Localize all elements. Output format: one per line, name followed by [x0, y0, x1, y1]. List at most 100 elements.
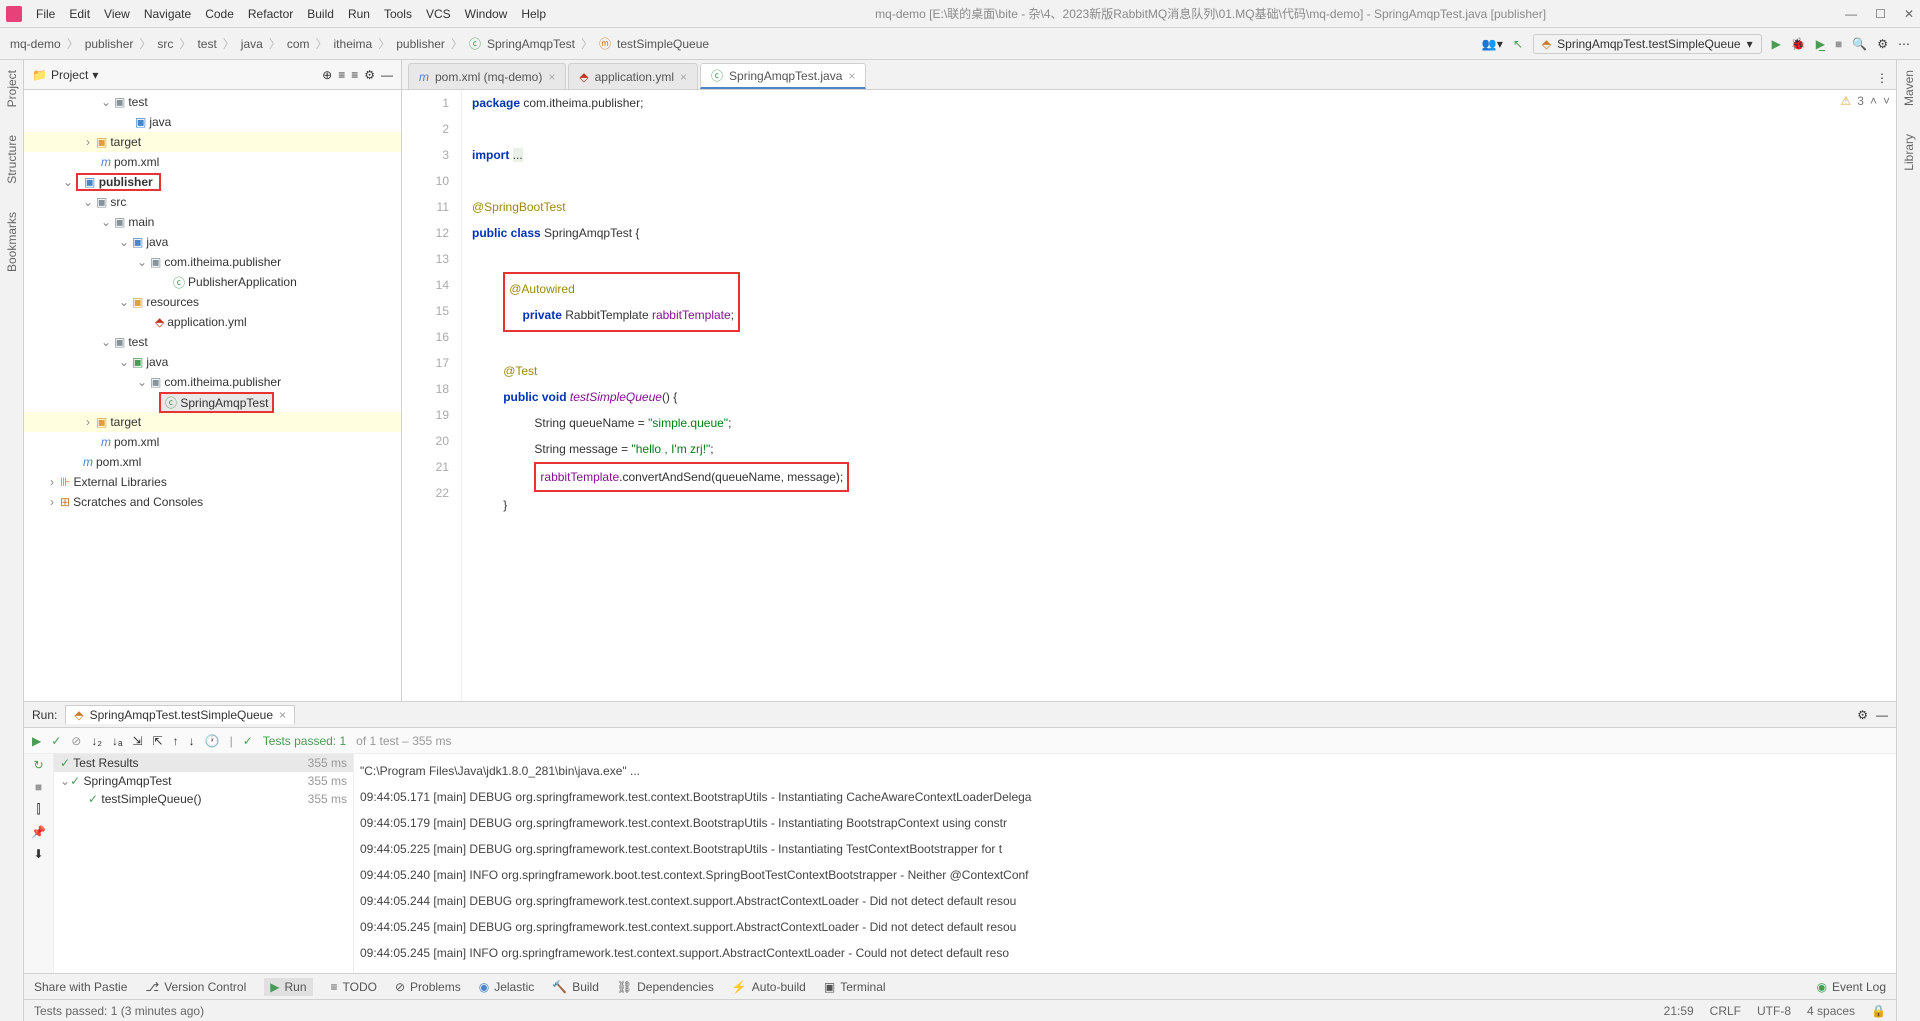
- maximize-icon[interactable]: ☐: [1875, 7, 1886, 21]
- collapse-icon[interactable]: ⇱: [153, 734, 163, 748]
- close-tab-icon[interactable]: ×: [680, 70, 687, 84]
- test-row[interactable]: ⌄✓ SpringAmqpTest355 ms: [54, 772, 353, 790]
- tree-item[interactable]: External Libraries: [73, 475, 166, 489]
- menu-build[interactable]: Build: [307, 7, 334, 21]
- breadcrumb-item[interactable]: mq-demo: [10, 37, 61, 51]
- layout-icon[interactable]: ⫿: [37, 802, 41, 817]
- editor-tab[interactable]: mpom.xml (mq-demo)×: [408, 63, 566, 89]
- sort-icon[interactable]: ↓ₐ: [112, 734, 122, 748]
- tab-bookmarks[interactable]: Bookmarks: [3, 208, 21, 276]
- close-icon[interactable]: ✕: [1904, 7, 1914, 21]
- tree-item[interactable]: PublisherApplication: [188, 275, 297, 289]
- run-button[interactable]: ▶: [1772, 37, 1781, 51]
- breadcrumb-item[interactable]: test: [197, 37, 216, 51]
- editor-more-icon[interactable]: ⋮: [1868, 67, 1896, 89]
- run-config-dropdown[interactable]: ⬘ SpringAmqpTest.testSimpleQueue ▾: [1533, 34, 1762, 54]
- tree-item[interactable]: main: [128, 215, 154, 229]
- tree-item[interactable]: resources: [146, 295, 199, 309]
- bottom-tab-run[interactable]: ▶Run: [264, 978, 312, 996]
- breadcrumb-item[interactable]: testSimpleQueue: [617, 37, 709, 51]
- menu-window[interactable]: Window: [465, 7, 508, 21]
- indent-setting[interactable]: 4 spaces: [1807, 1004, 1855, 1018]
- users-icon[interactable]: 👥▾: [1482, 37, 1503, 51]
- tree-item-springamqptest[interactable]: SpringAmqpTest: [180, 396, 268, 410]
- menu-code[interactable]: Code: [205, 7, 234, 21]
- breadcrumb-item[interactable]: itheima: [334, 37, 373, 51]
- tree-item[interactable]: application.yml: [167, 315, 246, 329]
- breadcrumb-item[interactable]: SpringAmqpTest: [487, 37, 575, 51]
- more-icon[interactable]: ⋯: [1898, 37, 1910, 51]
- bottom-tab-vcs[interactable]: ⎇Version Control: [145, 980, 246, 994]
- bottom-tab-jelastic[interactable]: ◉Jelastic: [479, 980, 535, 994]
- tab-project[interactable]: Project: [3, 66, 21, 111]
- menu-refactor[interactable]: Refactor: [248, 7, 293, 21]
- tree-item[interactable]: target: [110, 415, 141, 429]
- stop-icon[interactable]: ■: [35, 780, 42, 794]
- bottom-tab-todo[interactable]: ≡TODO: [331, 980, 377, 994]
- toggle-icon[interactable]: ✓: [51, 734, 61, 748]
- menu-run[interactable]: Run: [348, 7, 370, 21]
- build-icon[interactable]: ↖: [1513, 37, 1523, 51]
- menu-view[interactable]: View: [104, 7, 130, 21]
- breadcrumb-item[interactable]: publisher: [85, 37, 134, 51]
- settings-icon[interactable]: ⚙: [1857, 708, 1868, 722]
- code-content[interactable]: package com.itheima.publisher; import ..…: [462, 90, 1896, 701]
- bottom-tab-terminal[interactable]: ▣Terminal: [824, 980, 886, 994]
- breadcrumb-item[interactable]: java: [241, 37, 263, 51]
- hide-icon[interactable]: —: [381, 68, 393, 82]
- tree-item[interactable]: com.itheima.publisher: [164, 255, 281, 269]
- tree-item[interactable]: test: [128, 95, 147, 109]
- rerun-icon[interactable]: ▶: [32, 734, 41, 748]
- coverage-button[interactable]: ▶̲: [1816, 37, 1825, 51]
- line-separator[interactable]: CRLF: [1710, 1004, 1741, 1018]
- tree-item[interactable]: java: [146, 355, 168, 369]
- editor-tab-active[interactable]: ⓒSpringAmqpTest.java×: [700, 63, 866, 89]
- sort-icon[interactable]: ↓₂: [91, 734, 102, 748]
- bottom-tab-deps[interactable]: ⛓Dependencies: [617, 980, 714, 994]
- menu-help[interactable]: Help: [521, 7, 546, 21]
- code-editor[interactable]: ⚠3 ˄ ˅ 12310111213141516171819202122 pac…: [402, 90, 1896, 701]
- minimize-icon[interactable]: —: [1845, 7, 1857, 21]
- pin-icon[interactable]: 📌: [31, 825, 46, 839]
- down-icon[interactable]: ↓: [189, 734, 195, 748]
- warning-count[interactable]: 3: [1857, 94, 1864, 108]
- tree-item[interactable]: pom.xml: [114, 155, 159, 169]
- collapse-icon[interactable]: ≡: [351, 68, 358, 82]
- locate-icon[interactable]: ⊕: [322, 68, 332, 82]
- tab-library[interactable]: Library: [1900, 130, 1918, 175]
- menu-vcs[interactable]: VCS: [426, 7, 451, 21]
- export-icon[interactable]: ⬇: [33, 847, 43, 861]
- tree-item[interactable]: java: [146, 235, 168, 249]
- rerun-icon[interactable]: ↻: [33, 758, 43, 772]
- stop-button[interactable]: ■: [1835, 37, 1842, 51]
- breadcrumb-item[interactable]: com: [287, 37, 310, 51]
- breadcrumb-item[interactable]: publisher: [396, 37, 445, 51]
- debug-button[interactable]: 🐞: [1791, 37, 1806, 51]
- bottom-tab-pastie[interactable]: Share with Pastie: [34, 980, 127, 994]
- tree-item[interactable]: target: [110, 135, 141, 149]
- tab-structure[interactable]: Structure: [3, 131, 21, 188]
- editor-tab[interactable]: ⬘application.yml×: [568, 63, 698, 89]
- tree-item[interactable]: pom.xml: [114, 435, 159, 449]
- bottom-tab-eventlog[interactable]: ◉Event Log: [1816, 980, 1886, 994]
- expand-icon[interactable]: ≡: [338, 68, 345, 82]
- chevron-down-icon[interactable]: ˅: [1883, 94, 1890, 108]
- caret-position[interactable]: 21:59: [1664, 1004, 1694, 1018]
- settings-icon[interactable]: ⚙: [1877, 37, 1888, 51]
- lock-icon[interactable]: 🔒: [1871, 1004, 1886, 1018]
- close-tab-icon[interactable]: ×: [548, 70, 555, 84]
- test-row[interactable]: ✓ testSimpleQueue()355 ms: [54, 790, 353, 808]
- bottom-tab-build[interactable]: 🔨Build: [552, 980, 599, 994]
- menu-file[interactable]: File: [36, 7, 55, 21]
- menu-edit[interactable]: Edit: [69, 7, 90, 21]
- bottom-tab-problems[interactable]: ⊘Problems: [395, 980, 461, 994]
- tree-item[interactable]: java: [149, 115, 171, 129]
- breadcrumb-item[interactable]: src: [157, 37, 173, 51]
- menu-navigate[interactable]: Navigate: [144, 7, 191, 21]
- tree-item[interactable]: test: [128, 335, 147, 349]
- console-output[interactable]: "C:\Program Files\Java\jdk1.8.0_281\bin\…: [354, 754, 1896, 973]
- toggle-icon[interactable]: ⊘: [71, 734, 81, 748]
- tab-maven[interactable]: Maven: [1900, 66, 1918, 110]
- run-tab[interactable]: ⬘SpringAmqpTest.testSimpleQueue×: [65, 705, 295, 724]
- close-tab-icon[interactable]: ×: [848, 69, 855, 83]
